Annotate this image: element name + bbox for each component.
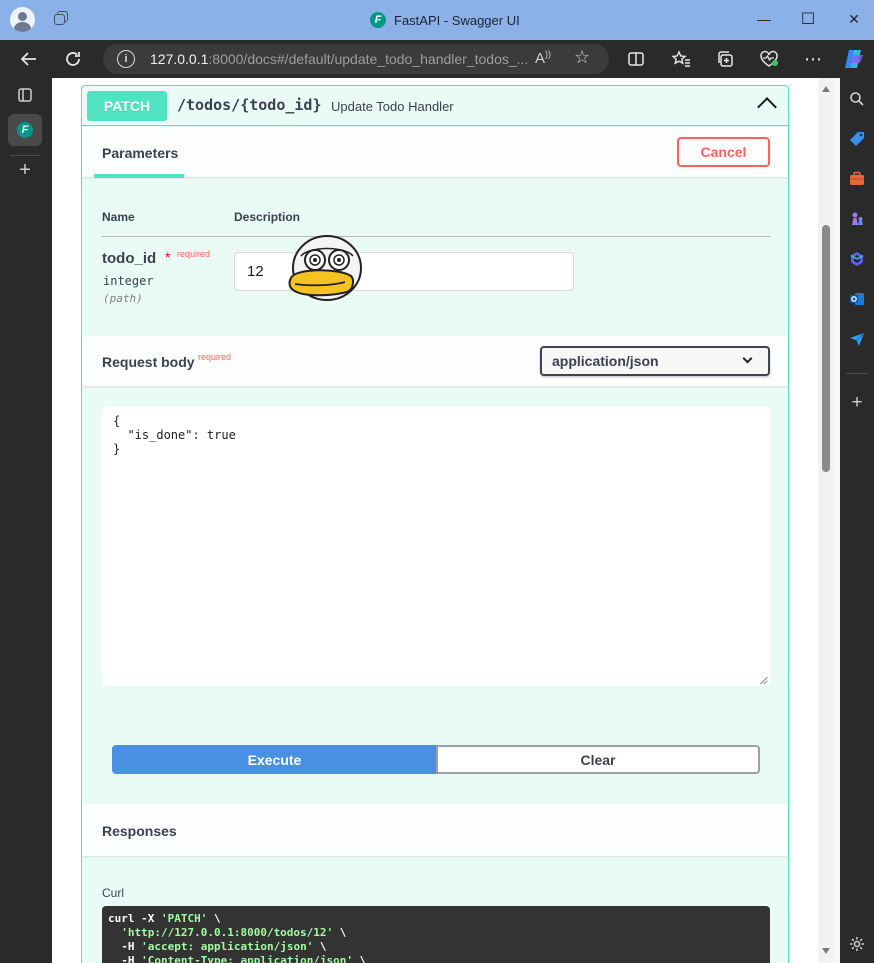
window-title-bar: F FastAPI - Swagger UI — ☐ ✕ [0,0,874,40]
param-type: integer [103,274,154,288]
curl-line-1: curl -X 'PATCH' \ [108,912,221,925]
url-text[interactable]: 127.0.0.1:8000/docs#/default/update_todo… [150,51,528,67]
curl-end-1: \ [207,912,221,925]
request-body-header: Request body required application/json [82,336,788,386]
param-name: todo_id [102,250,157,267]
fastapi-tab-favicon-icon: F [17,122,33,138]
url-path: :8000/docs#/default/update_todo_handler_… [208,51,529,67]
browser-essentials-icon[interactable] [757,47,781,71]
url-host: 127.0.0.1 [150,51,209,67]
refresh-icon[interactable] [61,47,85,71]
curl-cmd-1: curl -X [108,912,161,925]
add-sidebar-app-plus-icon[interactable]: + [846,392,868,414]
vertical-tab-strip: F + [0,78,52,963]
patch-operation-block: PATCH /todos/{todo_id} Update Todo Handl… [81,85,789,963]
todo-id-input[interactable] [234,252,574,291]
edge-sidebar: + [840,78,874,963]
duck-sticker-icon [288,235,362,301]
curl-code-block: curl -X 'PATCH' \ 'http://127.0.0.1:8000… [102,906,770,963]
search-icon[interactable] [846,88,868,110]
table-header-divider [102,236,770,237]
sidebar-divider [846,373,868,374]
settings-gear-icon[interactable] [846,933,868,955]
window-title-text: FastAPI - Swagger UI [394,12,520,28]
curl-line-3: -H 'accept: application/json' \ [108,940,327,953]
chevron-down-icon [742,353,753,364]
collections-icon[interactable] [713,47,737,71]
curl-str-4: 'Content-Type: application/json' [141,954,354,963]
required-star: * [165,249,171,265]
maximize-button[interactable]: ☐ [796,8,820,30]
tab-strip-divider [10,155,40,156]
param-location: (path) [103,292,143,305]
scrollbar-thumb[interactable] [822,225,830,472]
responses-title: Responses [102,823,177,839]
request-body-required-label: required [198,352,232,362]
tab-parameters[interactable]: Parameters [102,145,178,161]
execute-button[interactable]: Execute [112,745,437,774]
collapse-chevron-up-icon[interactable] [757,97,777,117]
send-paper-plane-icon[interactable] [846,328,868,350]
request-body-text: { "is_done": true } [113,414,236,456]
request-body-textarea[interactable]: { "is_done": true } [102,406,770,686]
curl-str-1: 'PATCH' [160,912,208,925]
scroll-down-arrow-icon[interactable] [822,948,830,954]
request-body-title: Request body [102,354,195,370]
new-tab-plus-icon[interactable]: + [13,158,37,182]
site-info-icon[interactable]: i [117,50,135,68]
column-header-name: Name [102,210,135,224]
responses-header: Responses [82,804,788,856]
curl-str-2: 'http://127.0.0.1:8000/todos/12' [108,926,334,939]
content-type-value: application/json [552,353,659,369]
curl-line-4: -H 'Content-Type: application/json' \ [108,954,366,963]
address-bar[interactable]: i 127.0.0.1:8000/docs#/default/update_to… [103,44,609,74]
more-options-icon[interactable]: ⋯ [801,47,825,71]
favorite-star-icon[interactable]: ☆ [574,47,590,68]
resize-handle-icon[interactable] [760,676,768,684]
outlook-icon[interactable] [846,288,868,310]
column-header-description: Description [234,210,301,224]
fastapi-tab-icon[interactable]: F [13,118,37,142]
fastapi-favicon-icon: F [370,12,386,28]
curl-end-4: \ [353,954,367,963]
curl-str-3: 'accept: application/json' [141,940,314,953]
operation-path: /todos/{todo_id} [177,96,322,114]
browser-toolbar: i 127.0.0.1:8000/docs#/default/update_to… [0,40,874,78]
workspaces-icon[interactable] [54,10,72,28]
copilot-icon[interactable] [842,47,866,71]
page-scrollbar[interactable] [818,78,834,963]
content-type-select[interactable]: application/json [540,346,770,376]
required-label: required [177,249,211,259]
curl-label: Curl [102,886,125,900]
curl-cmd-3: -H [108,940,142,953]
read-aloud-icon[interactable]: A)) [535,49,551,67]
tab-actions-icon[interactable] [13,83,37,107]
window-title: F FastAPI - Swagger UI [370,10,520,30]
tab-active-underline [94,174,184,178]
curl-end-2: \ [333,926,347,939]
curl-line-2: 'http://127.0.0.1:8000/todos/12' \ [108,926,346,939]
operation-description: Update Todo Handler [331,99,454,114]
scroll-up-arrow-icon[interactable] [822,86,830,92]
shopping-tag-icon[interactable] [846,128,868,150]
profile-avatar-icon[interactable] [10,7,35,32]
curl-cmd-4: -H [108,954,142,963]
tools-briefcase-icon[interactable] [846,168,868,190]
favorites-icon[interactable] [669,47,693,71]
minimize-button[interactable]: — [752,8,776,30]
clear-button[interactable]: Clear [436,745,760,774]
curl-end-3: \ [313,940,327,953]
back-arrow-icon[interactable] [17,47,41,71]
parameters-section-header: Parameters Cancel [82,127,788,178]
cancel-button[interactable]: Cancel [677,137,770,167]
page-viewport: PATCH /todos/{todo_id} Update Todo Handl… [52,78,834,963]
operation-summary[interactable]: PATCH /todos/{todo_id} Update Todo Handl… [82,86,788,126]
method-badge: PATCH [87,91,167,121]
split-screen-icon[interactable] [624,47,648,71]
microsoft-365-icon[interactable] [846,248,868,270]
games-chess-icon[interactable] [846,208,868,230]
close-window-button[interactable]: ✕ [842,8,866,30]
